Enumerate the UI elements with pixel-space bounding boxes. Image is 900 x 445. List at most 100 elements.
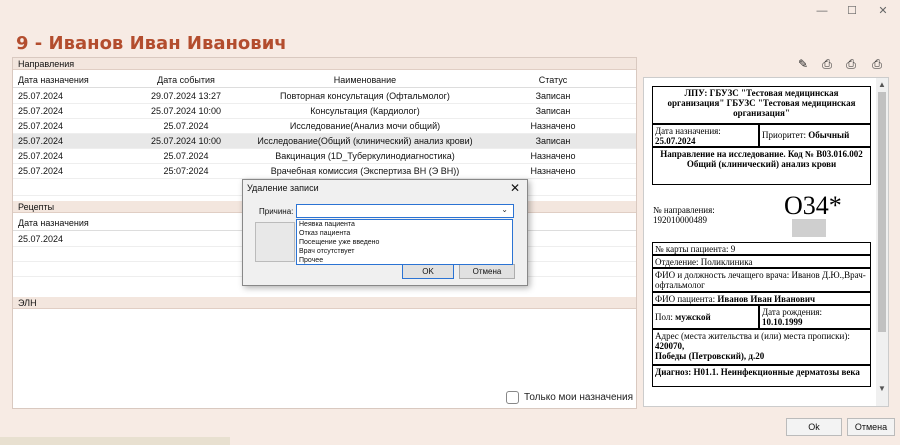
doctor: ФИО и должность лечащего врача: Иванов Д…	[652, 268, 871, 292]
sex-value: мужской	[675, 312, 711, 322]
close-icon[interactable]: ✕	[871, 3, 895, 19]
col-date-assigned[interactable]: Дата назначения	[18, 73, 89, 88]
scroll-thumb[interactable]	[878, 92, 886, 332]
lpu-name: ЛПУ: ГБУЗС "Тестовая медицинская организ…	[652, 86, 871, 124]
option-no-show[interactable]: Неявка пациента	[299, 220, 512, 229]
edit-document-icon[interactable]: ✎	[796, 57, 810, 71]
minimize-icon[interactable]: —	[810, 3, 834, 19]
cell: 25.07.2024	[18, 91, 64, 101]
table-row[interactable]: 25.07.2024 25.07.2024 10:00 Консультация…	[13, 104, 636, 119]
eln-section-header: ЭЛН	[13, 297, 636, 309]
ok-button[interactable]: OK	[402, 264, 454, 279]
table-row[interactable]: 25.07.2024 25.07.2024 Исследование(Анали…	[13, 119, 636, 134]
col-name[interactable]: Наименование	[249, 73, 481, 88]
cell: Назначено	[530, 166, 576, 176]
cell: Вакцинация (1D_Туберкулинодиагностика)	[275, 151, 455, 161]
document-preview: ЛПУ: ГБУЗС "Тестовая медицинская организ…	[643, 77, 889, 407]
cell: Записан	[535, 106, 571, 116]
checkbox-icon[interactable]	[506, 390, 519, 404]
chevron-down-icon[interactable]: ⌄	[501, 205, 508, 214]
department: Отделение: Поликлиника	[652, 255, 871, 268]
footer-cancel-button[interactable]: Отмена	[847, 418, 895, 436]
cell: 25.07.2024	[163, 121, 209, 131]
col-status[interactable]: Статус	[483, 73, 623, 88]
cell: 25.07.2024	[163, 151, 209, 161]
cell: 29.07.2024 13:27	[150, 91, 222, 101]
direction-title: Направление на исследование. Код № B03.0…	[652, 147, 871, 185]
cell: Назначено	[530, 121, 576, 131]
option-patient-refusal[interactable]: Отказ пациента	[299, 229, 512, 238]
cell: 25.07.2024	[18, 106, 64, 116]
cell: Исследование(Анализ мочи общий)	[289, 121, 441, 131]
cell: Исследование(Общий (клинический) анализ …	[257, 136, 473, 146]
patient-label: ФИО пациента:	[655, 294, 716, 304]
date-value: 25.07.2024	[655, 136, 696, 146]
cell: 25.07.2024	[18, 151, 64, 161]
cell: Врачебная комиссия (Экспертиза ВН (Э ВН)…	[270, 166, 460, 176]
direction-no-label: № направления:	[653, 205, 715, 215]
diagnosis: Диагноз: H01.1. Неинфекционные дерматозы…	[652, 365, 871, 387]
directions-section-header: Направления	[13, 58, 636, 70]
dialog-title: Удаление записи	[247, 183, 319, 193]
only-mine-checkbox[interactable]: Только мои назначения	[506, 390, 633, 406]
scroll-down-icon[interactable]: ▼	[877, 384, 887, 394]
address-label: Адрес (места жительства и (или) места пр…	[655, 331, 850, 341]
option-already-entered[interactable]: Посещение уже введено	[299, 238, 512, 247]
table-row[interactable]: 25.07.2024 29.07.2024 13:27 Повторная ко…	[13, 89, 636, 104]
maximize-icon[interactable]: ☐	[840, 3, 864, 19]
table-row[interactable]: 25.07.2024 25:07:2024 Врачебная комиссия…	[13, 164, 636, 179]
cell: 25.07.2024	[18, 234, 64, 244]
col-event-date[interactable]: Дата события	[121, 73, 251, 88]
reason-dropdown-list: Неявка пациента Отказ пациента Посещение…	[296, 219, 513, 265]
directions-header-row: Дата назначения Дата события Наименовани…	[13, 73, 636, 88]
print-icon[interactable]: ⎙	[870, 57, 884, 71]
option-other[interactable]: Прочее	[299, 256, 512, 265]
cell: 25.07.2024 10:00	[150, 106, 222, 116]
big-code: O34*	[784, 191, 842, 220]
table-row-selected[interactable]: 25.07.2024 25.07.2024 10:00 Исследование…	[13, 134, 636, 149]
close-icon[interactable]: ✕	[510, 181, 520, 195]
cell: Записан	[535, 136, 571, 146]
priority-value: Обычный	[808, 130, 850, 140]
cell: Назначено	[530, 151, 576, 161]
reason-label: Причина:	[259, 207, 294, 216]
patient-value: Иванов Иван Иванович	[717, 294, 816, 304]
col-recipe-date[interactable]: Дата назначения	[18, 216, 89, 231]
scroll-up-icon[interactable]: ▲	[877, 80, 887, 90]
address-line2: Победы (Петровский), д.20	[655, 351, 765, 361]
cell: Повторная консультация (Офтальмолог)	[280, 91, 450, 101]
date-priority-row: Дата назначения: 25.07.2024 Приоритет: О…	[652, 124, 871, 147]
address-line1: 420070,	[655, 341, 685, 351]
cell: 25.07.2024	[18, 121, 64, 131]
date-label: Дата назначения:	[655, 126, 721, 136]
referral-form: ЛПУ: ГБУЗС "Тестовая медицинская организ…	[652, 82, 871, 387]
footer-ok-button[interactable]: Ok	[786, 418, 842, 436]
direction-no-value: 192010000489	[653, 215, 707, 225]
barcode-placeholder	[792, 219, 826, 237]
document-scrollbar[interactable]: ▲ ▼	[876, 78, 888, 406]
background-strip	[0, 437, 230, 445]
page-title: 9 - Иванов Иван Иванович	[16, 33, 287, 54]
sex-label: Пол:	[655, 312, 673, 322]
sign-document-icon[interactable]: ⎙	[820, 57, 834, 71]
document-toolbar: ✎ ⎙ ⎙ ⎙	[790, 57, 890, 73]
cell: 25:07:2024	[163, 166, 209, 176]
cell: 25.07.2024	[18, 136, 64, 146]
cell: 25.07.2024	[18, 166, 64, 176]
birth-label: Дата рождения:	[762, 307, 823, 317]
window-titlebar: — ☐ ✕	[0, 0, 900, 22]
card-number: № карты пациента: 9	[652, 242, 871, 255]
only-mine-label: Только мои назначения	[524, 392, 634, 403]
comment-area[interactable]	[255, 222, 295, 262]
birth-value: 10.10.1999	[762, 317, 803, 327]
export-document-icon[interactable]: ⎙	[844, 57, 858, 71]
table-row[interactable]: 25.07.2024 25.07.2024 Вакцинация (1D_Туб…	[13, 149, 636, 164]
priority-label: Приоритет:	[762, 130, 806, 140]
cell: 25.07.2024 10:00	[150, 136, 222, 146]
reason-select[interactable]: ⌄	[296, 204, 514, 218]
cell: Консультация (Кардиолог)	[310, 106, 420, 116]
direction-number-block: № направления: 192010000489 O34*	[652, 185, 871, 237]
cancel-button[interactable]: Отмена	[459, 264, 515, 279]
option-doctor-absent[interactable]: Врач отсутствует	[299, 247, 512, 256]
cell: Записан	[535, 91, 571, 101]
